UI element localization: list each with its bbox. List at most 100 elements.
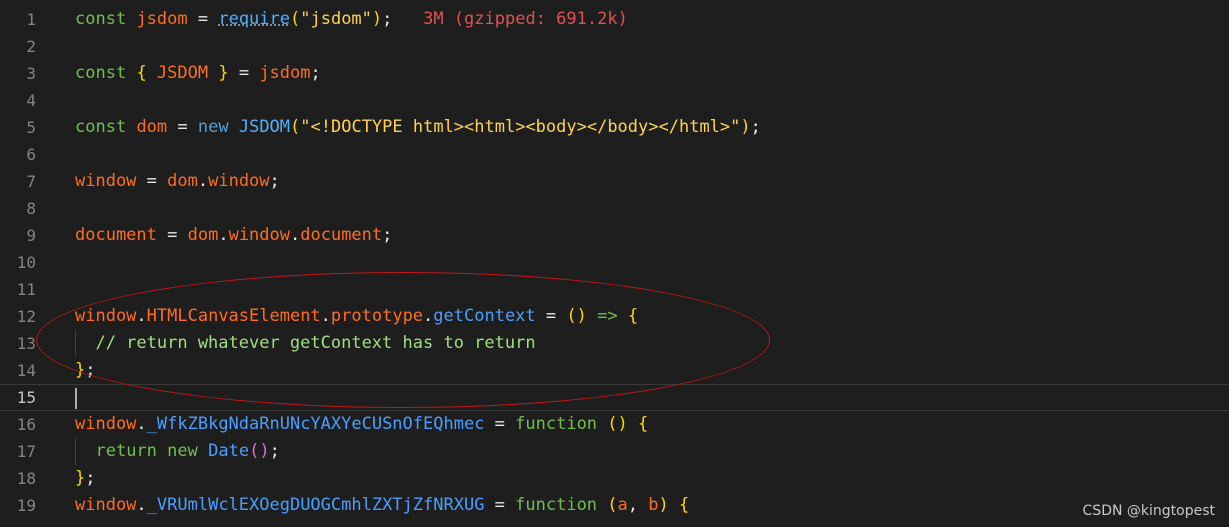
code-token: . [290,225,301,245]
code-token: dom [167,171,198,191]
code-token: ( [290,9,301,29]
code-token: function [515,414,598,434]
code-line[interactable]: 8 [0,195,1229,222]
indent-guide [75,330,76,357]
code-token: jsdom [259,63,311,83]
code-token: ; [750,117,761,137]
code-token: window [75,495,137,515]
code-token: = [535,306,567,326]
line-number: 16 [16,415,36,434]
code-text: return new Date(); [75,438,279,465]
code-token: prototype [330,306,424,326]
code-token: window [208,171,270,191]
code-token: dom [136,117,168,137]
line-number: 9 [26,226,36,245]
code-token: a [617,495,628,515]
code-token: } [75,468,86,488]
code-token: HTMLCanvasElement [146,306,321,326]
code-line[interactable]: 6 [0,141,1229,168]
code-token: window [75,171,137,191]
code-token: = [484,414,516,434]
code-line[interactable]: 19 window._VRUmlWclEXOegDUOGCmhlZXTjZfNRX… [0,492,1229,519]
code-line[interactable]: 13 // return whatever getContext has to … [0,330,1229,357]
code-token: = [484,495,516,515]
code-token: ( [290,117,301,137]
code-token: . [320,306,331,326]
code-token: , [627,495,649,515]
code-line[interactable]: 3 const { JSDOM } = jsdom; [0,60,1229,87]
code-token: "jsdom" [300,9,372,29]
code-token: = [187,9,219,29]
code-token: ) [740,117,751,137]
indent-guide [75,438,76,465]
code-token: . [218,225,229,245]
line-number: 10 [16,253,36,272]
code-token: // return whatever getContext has to ret… [75,333,536,353]
line-number: 14 [16,361,36,380]
code-text: document = dom.window.document; [75,222,392,249]
code-token: const [75,9,127,29]
line-number: 7 [26,172,36,191]
line-number: 12 [16,307,36,326]
code-line[interactable]: 14}; [0,357,1229,384]
code-line[interactable]: 11 [0,276,1229,303]
code-text: const { JSDOM } = jsdom; [75,60,321,87]
code-token: getContext [433,306,536,326]
code-token: const [75,63,127,83]
code-token: . [136,306,147,326]
code-line[interactable]: 10 [0,249,1229,276]
code-token: 3M (gzipped: 691.2k) [392,9,628,29]
code-token: _VRUmlWclEXOegDUOGCmhlZXTjZfNRXUG [146,495,485,515]
line-number: 8 [26,199,36,218]
code-token: Date [208,441,250,461]
code-token: dom [187,225,219,245]
code-token: ; [85,468,96,488]
code-token: () [566,306,587,326]
code-text: const jsdom = require("jsdom"); 3M (gzip… [75,6,628,33]
line-number: 4 [26,91,36,110]
code-text: }; [75,465,96,492]
code-token: JSDOM [238,117,291,137]
code-line[interactable]: 7 window = dom.window; [0,168,1229,195]
code-text: // return whatever getContext has to ret… [75,330,536,357]
code-line[interactable]: 9 document = dom.window.document; [0,222,1229,249]
line-number: 15 [16,388,36,407]
code-token: . [423,306,434,326]
code-line[interactable]: 17 return new Date(); [0,438,1229,465]
code-token: ; [310,63,321,83]
code-token: => [597,306,618,326]
code-line[interactable]: 12 window.HTMLCanvasElement.prototype.get… [0,303,1229,330]
code-token: new [167,441,198,461]
code-line[interactable]: 16 window._WfkZBkgNdaRnUNcYAXYeCUSnOfEQhm… [0,411,1229,438]
code-token: function [515,495,598,515]
line-number: 11 [16,280,36,299]
code-line[interactable]: 2 [0,33,1229,60]
text-cursor [75,388,77,409]
code-token: = [228,63,260,83]
code-line[interactable]: 5 const dom = new JSDOM("<!DOCTYPE html><… [0,114,1229,141]
code-token: . [197,171,209,191]
code-line[interactable]: 15 [0,384,1229,411]
code-token: () [249,441,270,461]
code-token: window [75,414,137,434]
code-line[interactable]: 1 const jsdom = require("jsdom"); 3M (gzi… [0,6,1229,33]
code-token: document [75,225,157,245]
line-number: 19 [16,496,36,515]
code-editor[interactable]: 1 const jsdom = require("jsdom"); 3M (gzi… [0,0,1229,527]
code-text: window.HTMLCanvasElement.prototype.getCo… [75,303,638,330]
code-token: ; [85,360,96,380]
code-line[interactable]: 18}; [0,465,1229,492]
code-token: return [95,441,157,461]
code-line[interactable]: 4 [0,87,1229,114]
code-text: window._VRUmlWclEXOegDUOGCmhlZXTjZfNRXUG… [75,492,689,519]
code-token: ; [382,9,393,29]
code-token: jsdom [136,9,188,29]
line-number: 2 [26,37,36,56]
code-text: window._WfkZBkgNdaRnUNcYAXYeCUSnOfEQhmec… [75,411,648,438]
code-token: . [136,414,147,434]
